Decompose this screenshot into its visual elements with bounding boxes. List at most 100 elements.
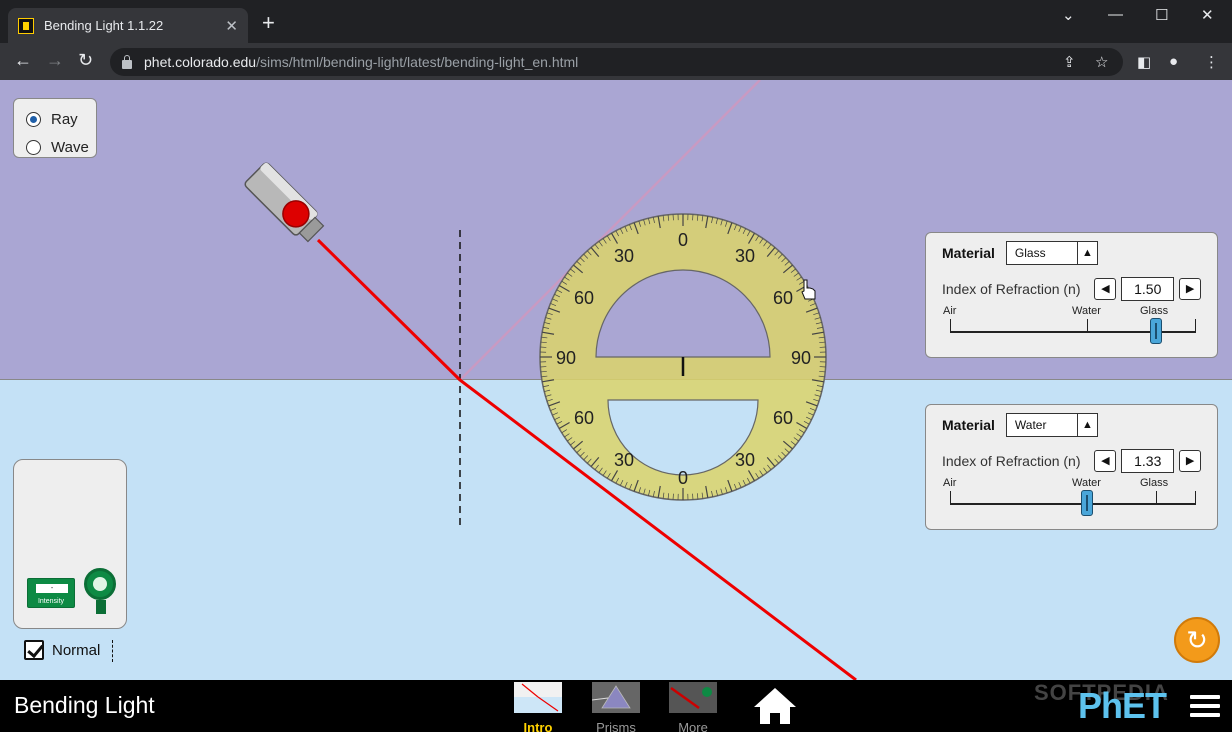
intro-screen-icon [514, 682, 562, 713]
lock-icon[interactable] [122, 54, 132, 69]
protractor-label-top-60-right: 60 [773, 288, 793, 308]
bottom-material-label: Material [942, 417, 995, 433]
bottom-slider-track[interactable] [950, 503, 1196, 505]
top-slider-air-label: Air [943, 305, 957, 317]
screen-label-prisms: Prisms [596, 720, 636, 732]
bottom-material-value: Water [1014, 418, 1047, 432]
top-ior-value: 1.50 [1121, 277, 1175, 301]
new-tab-icon[interactable]: + [262, 12, 275, 34]
normal-legend-icon [112, 640, 113, 662]
sim-play-area: 0 30 30 60 60 90 90 60 60 30 30 0 Ray Wa… [0, 80, 1232, 680]
forward-icon[interactable]: → [46, 50, 64, 70]
top-material-panel: Material Glass ▲ Index of Refraction (n)… [925, 232, 1218, 358]
top-ior-label: Index of Refraction (n) [942, 281, 1081, 297]
top-ior-slider[interactable]: Air Water Glass [942, 305, 1201, 345]
bottom-slider-tick-air [950, 491, 951, 504]
bottom-slider-tick-glass [1156, 491, 1157, 504]
bottom-ior-decrement-button[interactable]: ◀ [1094, 450, 1117, 472]
protractor[interactable]: 0 30 30 60 60 90 90 60 60 30 30 0 [539, 213, 827, 501]
wave-label: Wave [51, 138, 89, 156]
address-bar[interactable]: phet.colorado.edu/sims/html/bending-ligh… [110, 48, 1123, 76]
maximize-icon[interactable]: ☐ [1155, 6, 1168, 24]
intensity-meter-screen: - [36, 584, 68, 593]
top-ior-increment-button[interactable]: ▶ [1179, 278, 1201, 300]
protractor-label-bottom-60-right: 60 [773, 408, 793, 428]
phet-favicon-icon [18, 17, 34, 34]
bottom-ior-label: Index of Refraction (n) [942, 453, 1081, 469]
sim-title: Bending Light [14, 692, 155, 718]
phet-menu-icon[interactable] [1190, 695, 1220, 719]
normal-checkbox-row[interactable]: Normal [24, 640, 100, 660]
tab-search-icon[interactable]: ⌄ [1062, 6, 1075, 24]
reset-all-button[interactable]: ↻ [1174, 617, 1220, 663]
normal-label: Normal [52, 641, 101, 659]
protractor-label-top-0: 0 [678, 230, 688, 250]
protractor-label-bottom-30-right: 30 [735, 450, 755, 470]
sim-canvas: 0 30 30 60 60 90 90 60 60 30 30 0 [244, 80, 857, 680]
close-window-icon[interactable]: ✕ [1201, 6, 1214, 24]
bottom-slider-tick-max [1195, 491, 1196, 504]
phet-logo[interactable]: PhET [1078, 688, 1167, 724]
tab-title: Bending Light 1.1.22 [44, 18, 164, 33]
bottom-material-panel: Material Water ▲ Index of Refraction (n)… [925, 404, 1218, 530]
protractor-label-90-left: 90 [556, 348, 576, 368]
top-material-combo-arrow-icon[interactable]: ▲ [1076, 242, 1097, 264]
back-icon[interactable]: ← [14, 50, 32, 70]
minimize-icon[interactable]: — [1108, 6, 1123, 23]
home-icon[interactable] [752, 686, 798, 726]
bottom-slider-thumb[interactable] [1081, 490, 1093, 516]
ray-radio[interactable]: Ray [26, 105, 96, 133]
screen-button-intro[interactable]: Intro [508, 682, 568, 732]
bookmark-star-icon[interactable]: ☆ [1095, 53, 1108, 71]
top-material-value: Glass [1014, 246, 1046, 260]
wave-radio-button[interactable] [26, 139, 41, 155]
wave-radio[interactable]: Wave [26, 133, 96, 161]
laser-pointer[interactable] [244, 162, 327, 245]
top-material-label: Material [942, 245, 995, 261]
share-icon[interactable]: ⇪ [1063, 53, 1076, 71]
sim-navigation-bar: SOFTPEDIA Bending Light Intro Prisms Mor… [0, 680, 1232, 732]
top-slider-tick-water [1087, 319, 1088, 332]
browser-menu-icon[interactable]: ⋮ [1204, 53, 1219, 71]
profile-icon[interactable]: ● [1169, 53, 1178, 70]
url-path: /sims/html/bending-light/latest/bending-… [256, 54, 579, 70]
protractor-label-top-60-left: 60 [574, 288, 594, 308]
bottom-slider-glass-label: Glass [1140, 477, 1169, 489]
hand-cursor-icon [801, 279, 816, 300]
side-panel-icon[interactable]: ◧ [1137, 53, 1151, 71]
intensity-meter-body[interactable]: - Intensity [27, 578, 75, 608]
top-slider-tick-max [1195, 319, 1196, 332]
intensity-probe-icon[interactable] [84, 568, 116, 600]
browser-toolbar: ← → ↻ phet.colorado.edu/sims/html/bendin… [0, 43, 1232, 80]
ray-radio-button[interactable] [26, 111, 41, 127]
url-host: phet.colorado.edu [144, 54, 257, 70]
bottom-ior-slider[interactable]: Air Water Glass [942, 477, 1201, 517]
browser-tab[interactable]: Bending Light 1.1.22 ✕ [8, 8, 248, 43]
protractor-label-90-right: 90 [791, 348, 811, 368]
bottom-ior-value: 1.33 [1121, 449, 1175, 473]
close-tab-icon[interactable]: ✕ [225, 17, 238, 35]
bottom-ior-increment-button[interactable]: ▶ [1179, 450, 1201, 472]
top-slider-thumb[interactable] [1150, 318, 1162, 344]
ray-label: Ray [51, 110, 78, 128]
protractor-label-bottom-60-left: 60 [574, 408, 594, 428]
top-slider-glass-label: Glass [1140, 305, 1169, 317]
more-tools-screen-icon [669, 682, 717, 713]
normal-checkbox[interactable] [24, 640, 44, 660]
protractor-label-top-30-right: 30 [735, 246, 755, 266]
intensity-probe-stem [96, 600, 106, 614]
protractor-label-bottom-30-left: 30 [614, 450, 634, 470]
ray-wave-panel: Ray Wave [13, 98, 97, 158]
top-slider-water-label: Water [1072, 305, 1101, 317]
reload-icon[interactable]: ↻ [78, 50, 93, 70]
bottom-material-combo[interactable]: Water ▲ [1005, 413, 1098, 437]
browser-tab-strip: Bending Light 1.1.22 ✕ + ⌄ — ☐ ✕ [0, 0, 1232, 43]
tool-box: - Intensity [13, 459, 127, 629]
screen-button-prisms[interactable]: Prisms [586, 682, 646, 732]
screen-label-more-tools: More Tools [678, 720, 708, 732]
screen-label-intro: Intro [523, 720, 553, 732]
bottom-material-combo-arrow-icon[interactable]: ▲ [1076, 414, 1097, 436]
screen-button-more-tools[interactable]: More Tools [663, 682, 723, 732]
top-ior-decrement-button[interactable]: ◀ [1094, 278, 1117, 300]
top-material-combo[interactable]: Glass ▲ [1005, 241, 1098, 265]
